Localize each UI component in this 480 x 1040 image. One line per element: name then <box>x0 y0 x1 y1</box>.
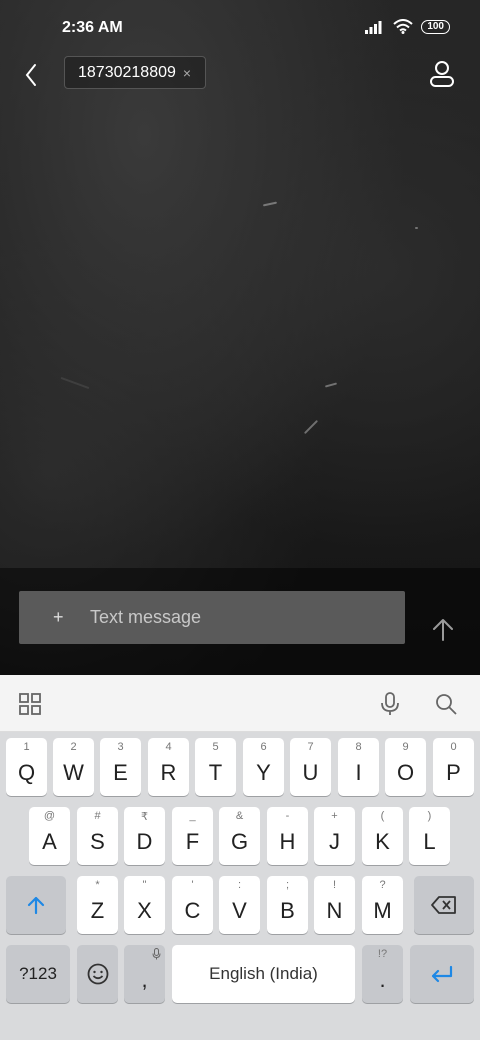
symbols-key[interactable]: ?123 <box>6 945 70 1003</box>
status-bar: 2:36 AM 100 <box>0 0 480 56</box>
status-time: 2:36 AM <box>62 19 123 36</box>
attach-plus-button[interactable]: + <box>53 607 69 628</box>
comma-key[interactable]: , <box>124 945 165 1003</box>
period-key[interactable]: !?. <box>362 945 403 1003</box>
message-composer[interactable]: + Text message <box>19 591 405 644</box>
search-icon <box>436 694 457 715</box>
person-icon <box>430 61 454 87</box>
backspace-key[interactable] <box>414 876 474 934</box>
key-z[interactable]: * Z <box>77 876 118 934</box>
emoji-key[interactable] <box>77 945 118 1003</box>
contact-button[interactable] <box>426 56 458 90</box>
apps-button[interactable] <box>17 691 43 717</box>
shift-key[interactable] <box>6 876 66 934</box>
key-u[interactable]: 7U <box>290 738 331 796</box>
key-j[interactable]: + J <box>314 807 355 865</box>
key-n[interactable]: ! N <box>314 876 355 934</box>
message-input[interactable]: Text message <box>90 607 201 628</box>
microphone-small-icon <box>152 948 161 960</box>
backspace-icon <box>431 896 456 914</box>
chevron-left-icon <box>25 64 36 86</box>
key-g[interactable]: & G <box>219 807 260 865</box>
remove-recipient-icon[interactable]: × <box>183 65 191 81</box>
key-k[interactable]: (K <box>362 807 403 865</box>
key-x[interactable]: " X <box>124 876 165 934</box>
enter-icon <box>431 965 453 983</box>
key-m[interactable]: ? M <box>362 876 403 934</box>
send-button[interactable] <box>428 614 458 646</box>
key-b[interactable]: ; B <box>267 876 308 934</box>
conversation-header: 18730218809 × <box>0 52 480 96</box>
key-v[interactable]: :V <box>219 876 260 934</box>
keyboard: 1Q 2W 3E 4R 5T 6Y 7U 8I 9O 0P @ A # S ₹ D _… <box>0 732 480 1040</box>
recipient-number: 18730218809 <box>78 63 176 81</box>
key-e[interactable]: 3E <box>100 738 141 796</box>
shift-arrow-icon <box>27 896 45 915</box>
microphone-icon <box>381 692 399 715</box>
key-s[interactable]: # S <box>77 807 118 865</box>
signal-icon <box>365 20 382 34</box>
key-h[interactable]: -H <box>267 807 308 865</box>
key-p[interactable]: 0P <box>433 738 474 796</box>
keyboard-toolbar <box>0 675 480 732</box>
battery-indicator: 100 <box>421 19 450 34</box>
space-key[interactable]: English (India) <box>172 945 355 1003</box>
grid-icon <box>19 693 41 715</box>
key-o[interactable]: 9O <box>385 738 426 796</box>
key-c[interactable]: ' C <box>172 876 213 934</box>
back-button[interactable] <box>16 56 48 92</box>
recipient-chip[interactable]: 18730218809 × <box>64 56 206 89</box>
key-f[interactable]: _ F <box>172 807 213 865</box>
key-a[interactable]: @ A <box>29 807 70 865</box>
key-r[interactable]: 4R <box>148 738 189 796</box>
search-button[interactable] <box>433 691 459 717</box>
wifi-icon <box>393 19 413 34</box>
smiley-icon <box>87 963 108 985</box>
key-t[interactable]: 5T <box>195 738 236 796</box>
voice-input-button[interactable] <box>377 691 403 717</box>
key-d[interactable]: ₹ D <box>124 807 165 865</box>
key-q[interactable]: 1Q <box>6 738 47 796</box>
key-l[interactable]: ) L <box>409 807 450 865</box>
key-i[interactable]: 8I <box>338 738 379 796</box>
enter-key[interactable] <box>410 945 474 1003</box>
key-w[interactable]: 2W <box>53 738 94 796</box>
key-y[interactable]: 6Y <box>243 738 284 796</box>
arrow-up-icon <box>433 619 453 641</box>
